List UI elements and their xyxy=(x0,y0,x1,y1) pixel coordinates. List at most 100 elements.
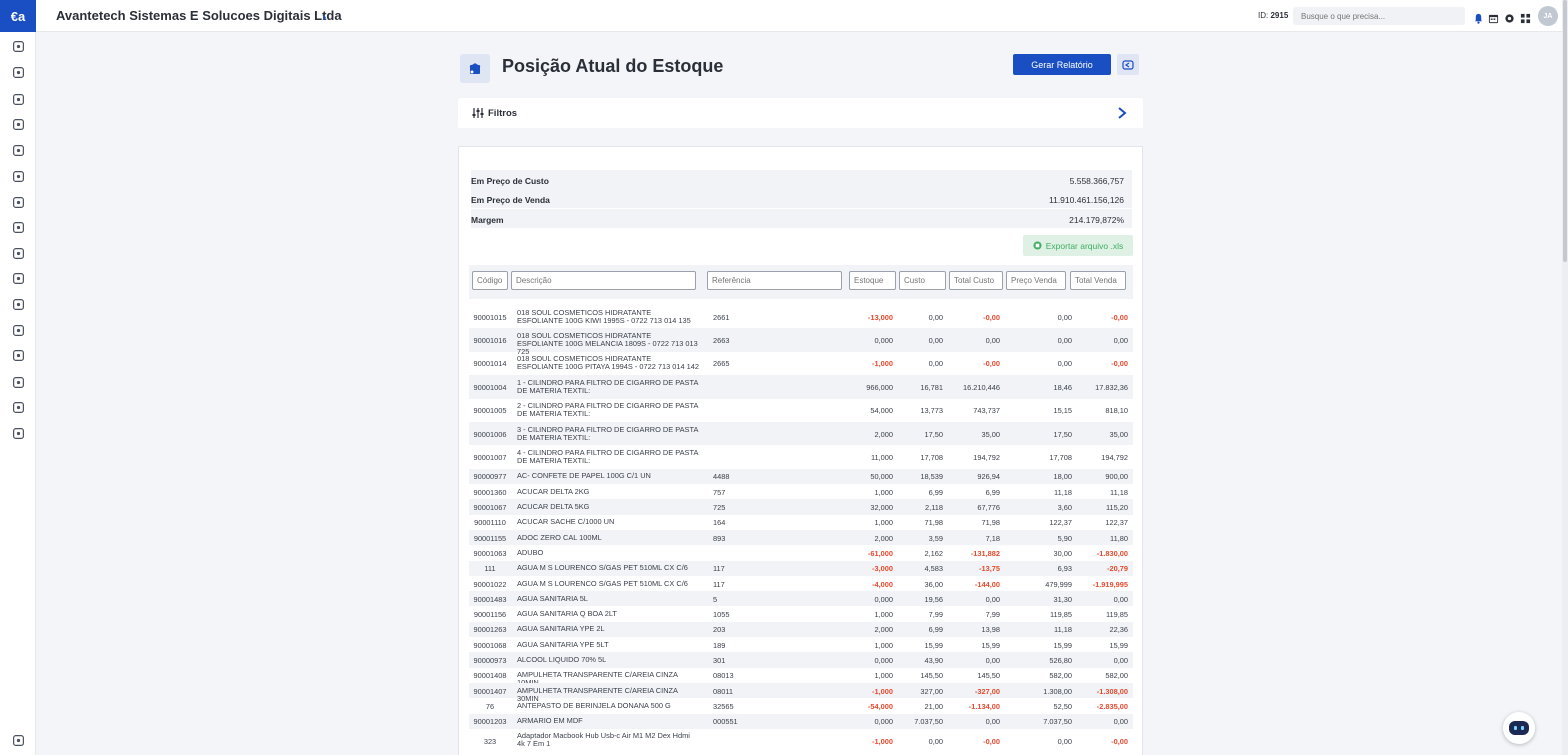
cell-description: 4 - CILINDRO PARA FILTRO DE CIGARRO DE P… xyxy=(517,447,698,465)
cell-total-sale: 15,99 xyxy=(1109,640,1129,650)
help-icon[interactable] xyxy=(11,733,25,747)
percent-icon[interactable] xyxy=(11,271,25,285)
apps-grid-icon[interactable] xyxy=(1520,11,1531,24)
cell-sale-price: 18,46 xyxy=(1053,382,1073,392)
table-row[interactable]: 90001022 AGUA M S LOURENCO S/GAS PET 510M… xyxy=(469,576,1133,591)
stock-box-icon xyxy=(460,54,490,83)
cell-total-sale: -2.835,00 xyxy=(1096,701,1128,711)
table-row[interactable]: 90001005 2 - CILINDRO PARA FILTRO DE CIGA… xyxy=(469,399,1133,422)
filter-description-input[interactable] xyxy=(511,271,696,290)
filter-sale-price-input[interactable] xyxy=(1006,271,1066,290)
id-value: 2915 xyxy=(1270,11,1289,20)
table-row[interactable]: 90001360 ACUCAR DELTA 2KG 757 1,000 6,99 6,99… xyxy=(469,484,1133,499)
summary-label: Margem xyxy=(471,215,504,225)
table-row[interactable]: 76 ANTEPASTO DE BERINJELA DONANA 500 G 325… xyxy=(469,698,1133,713)
generate-report-button[interactable]: Gerar Relatório xyxy=(1013,54,1111,75)
page-scrollbar[interactable] xyxy=(1562,0,1568,755)
back-button[interactable] xyxy=(1117,54,1139,75)
cell-sale-price: 52,50 xyxy=(1053,701,1073,711)
table-row[interactable]: 90001203 ARMARIO EM MDF 000551 0,000 7.037,5… xyxy=(469,713,1133,729)
cell-description: 3 - CILINDRO PARA FILTRO DE CIGARRO DE P… xyxy=(517,424,698,442)
edit-icon[interactable] xyxy=(11,65,25,79)
bag-icon[interactable] xyxy=(11,375,25,389)
cell-code: 90001263 xyxy=(473,625,507,635)
summary-row: Em Preço de Venda 11.910.461.156,126 xyxy=(471,189,1132,208)
filter-cost-input[interactable] xyxy=(899,271,946,290)
chart-icon[interactable] xyxy=(11,92,25,106)
bell-icon[interactable] xyxy=(1473,11,1484,24)
cell-cost: 18,539 xyxy=(920,472,943,482)
chevron-right-icon[interactable] xyxy=(1116,106,1128,120)
cart-icon[interactable] xyxy=(11,195,25,209)
target-icon[interactable] xyxy=(11,220,25,234)
export-xls-button[interactable]: Exportar arquivo .xls xyxy=(1023,235,1133,256)
calendar-icon[interactable] xyxy=(1488,11,1499,24)
table-row[interactable]: 323 Adaptador Macbook Hub Usb-c Air M1 M2… xyxy=(469,729,1133,752)
filter-total-sale-input[interactable] xyxy=(1070,271,1126,290)
home-icon[interactable] xyxy=(11,39,25,53)
box-icon[interactable] xyxy=(11,297,25,311)
page-title: Posição Atual do Estoque xyxy=(502,56,724,76)
table-row[interactable]: 90000977 AC- CONFETE DE PAPEL 100G C/1 UN… xyxy=(469,468,1133,485)
scrollbar-thumb[interactable] xyxy=(1563,0,1567,262)
search-input[interactable] xyxy=(1293,7,1465,25)
cell-reference: 2661 xyxy=(713,312,730,322)
table-row[interactable]: 90001014 018 SOUL COSMETICOS HIDRATANTE E… xyxy=(469,352,1133,375)
table-row[interactable]: 90001015 018 SOUL COSMETICOS HIDRATANTE E… xyxy=(469,305,1133,328)
cell-reference: 203 xyxy=(713,625,726,635)
filter-reference-input[interactable] xyxy=(707,271,842,290)
company-name[interactable]: Avantetech Sistemas E Solucoes Digitais … xyxy=(56,8,342,23)
avatar[interactable]: JA xyxy=(1538,6,1558,26)
table-row[interactable]: 90001408 AMPULHETA TRANSPARENTE C/AREIA C… xyxy=(469,668,1133,687)
login-icon[interactable] xyxy=(11,143,25,157)
cell-total-cost: -13,75 xyxy=(979,564,1000,574)
cell-sale-price: 11,18 xyxy=(1054,625,1072,635)
table-row[interactable]: 90001007 4 - CILINDRO PARA FILTRO DE CIGA… xyxy=(469,445,1133,468)
cell-total-sale: -1.308,00 xyxy=(1096,686,1128,696)
cell-sale-price: 0,00 xyxy=(1057,359,1072,369)
table-row[interactable]: 90001006 3 - CILINDRO PARA FILTRO DE CIGA… xyxy=(469,422,1133,446)
table-row[interactable]: 90001407 AMPULHETA TRANSPARENTE C/AREIA C… xyxy=(469,683,1133,702)
truck-icon[interactable] xyxy=(11,348,25,362)
copy-icon[interactable] xyxy=(11,169,25,183)
table-row[interactable]: 90001004 1 - CILINDRO PARA FILTRO DE CIGA… xyxy=(469,375,1133,399)
list-icon[interactable] xyxy=(11,246,25,260)
cell-reference: 725 xyxy=(713,503,726,513)
scan-icon[interactable] xyxy=(11,117,25,131)
table-row[interactable]: 90001155 ADOC ZERO CAL 100ML 893 2,000 3,59 7… xyxy=(469,530,1133,546)
handshake-icon[interactable] xyxy=(11,400,25,414)
table-row[interactable]: 90001067 ACUCAR DELTA 5KG 725 32,000 2,118 67… xyxy=(469,499,1133,515)
table-row[interactable]: 90001156 AGUA SANITARIA Q BOA 2LT 1055 1,00… xyxy=(469,607,1133,622)
cell-sale-price: 15,99 xyxy=(1053,640,1073,650)
cell-stock: -13,000 xyxy=(867,312,893,322)
cell-sale-price: 5,90 xyxy=(1057,533,1072,543)
gear-icon[interactable] xyxy=(1504,11,1515,23)
app-logo[interactable]: €a xyxy=(0,0,36,32)
left-rail: €a xyxy=(0,0,36,755)
filters-panel[interactable]: Filtros xyxy=(458,98,1143,128)
cell-description: 2 - CILINDRO PARA FILTRO DE CIGARRO DE P… xyxy=(517,401,698,419)
cell-total-sale: 115,20 xyxy=(1105,503,1128,513)
table-row[interactable]: 90001263 AGUA SANITARIA YPE 2L 203 2,000 6,9… xyxy=(469,621,1133,638)
table-row[interactable]: 90001483 AGUA SANITARIA 5L 5 0,000 19,56 0,00… xyxy=(469,591,1133,607)
cell-stock: 32,000 xyxy=(870,503,893,513)
table-row[interactable]: 90000973 ALCOOL LIQUIDO 70% 5L 301 0,000 43,… xyxy=(469,652,1133,668)
cell-total-cost: -0,00 xyxy=(983,312,1000,322)
warehouse-icon[interactable] xyxy=(11,323,25,337)
top-bar: Avantetech Sistemas E Solucoes Digitais … xyxy=(36,0,1568,32)
filter-stock-input[interactable] xyxy=(849,271,896,290)
cell-total-sale: -1.919,995 xyxy=(1092,579,1128,589)
cell-description: AGUA SANITARIA YPE 2L xyxy=(517,624,605,634)
cell-description: ACUCAR DELTA 2KG xyxy=(517,486,590,496)
cell-description: AGUA SANITARIA Q BOA 2LT xyxy=(517,609,617,619)
chevron-right-icon[interactable]: › xyxy=(322,9,326,24)
table-row[interactable]: 90001068 AGUA SANITARIA YPE 5LT 189 1,000 15… xyxy=(469,637,1133,652)
table-row[interactable]: 90001110 ACUCAR SACHE C/1000 UN 164 1,000 71… xyxy=(469,515,1133,530)
chatbot-button[interactable] xyxy=(1503,712,1535,744)
filter-code-input[interactable] xyxy=(472,271,508,290)
table-row[interactable]: 90001016 018 SOUL COSMETICOS HIDRATANTE E… xyxy=(469,328,1133,355)
screen-icon[interactable] xyxy=(11,426,25,440)
filter-total-cost-input[interactable] xyxy=(949,271,1003,290)
table-row[interactable]: 90001063 ADUBO -61,000 2,162 -131,882 30,00 -1… xyxy=(469,545,1133,560)
table-row[interactable]: 111 AGUA M S LOURENCO S/GAS PET 510ML CX … xyxy=(469,560,1133,576)
